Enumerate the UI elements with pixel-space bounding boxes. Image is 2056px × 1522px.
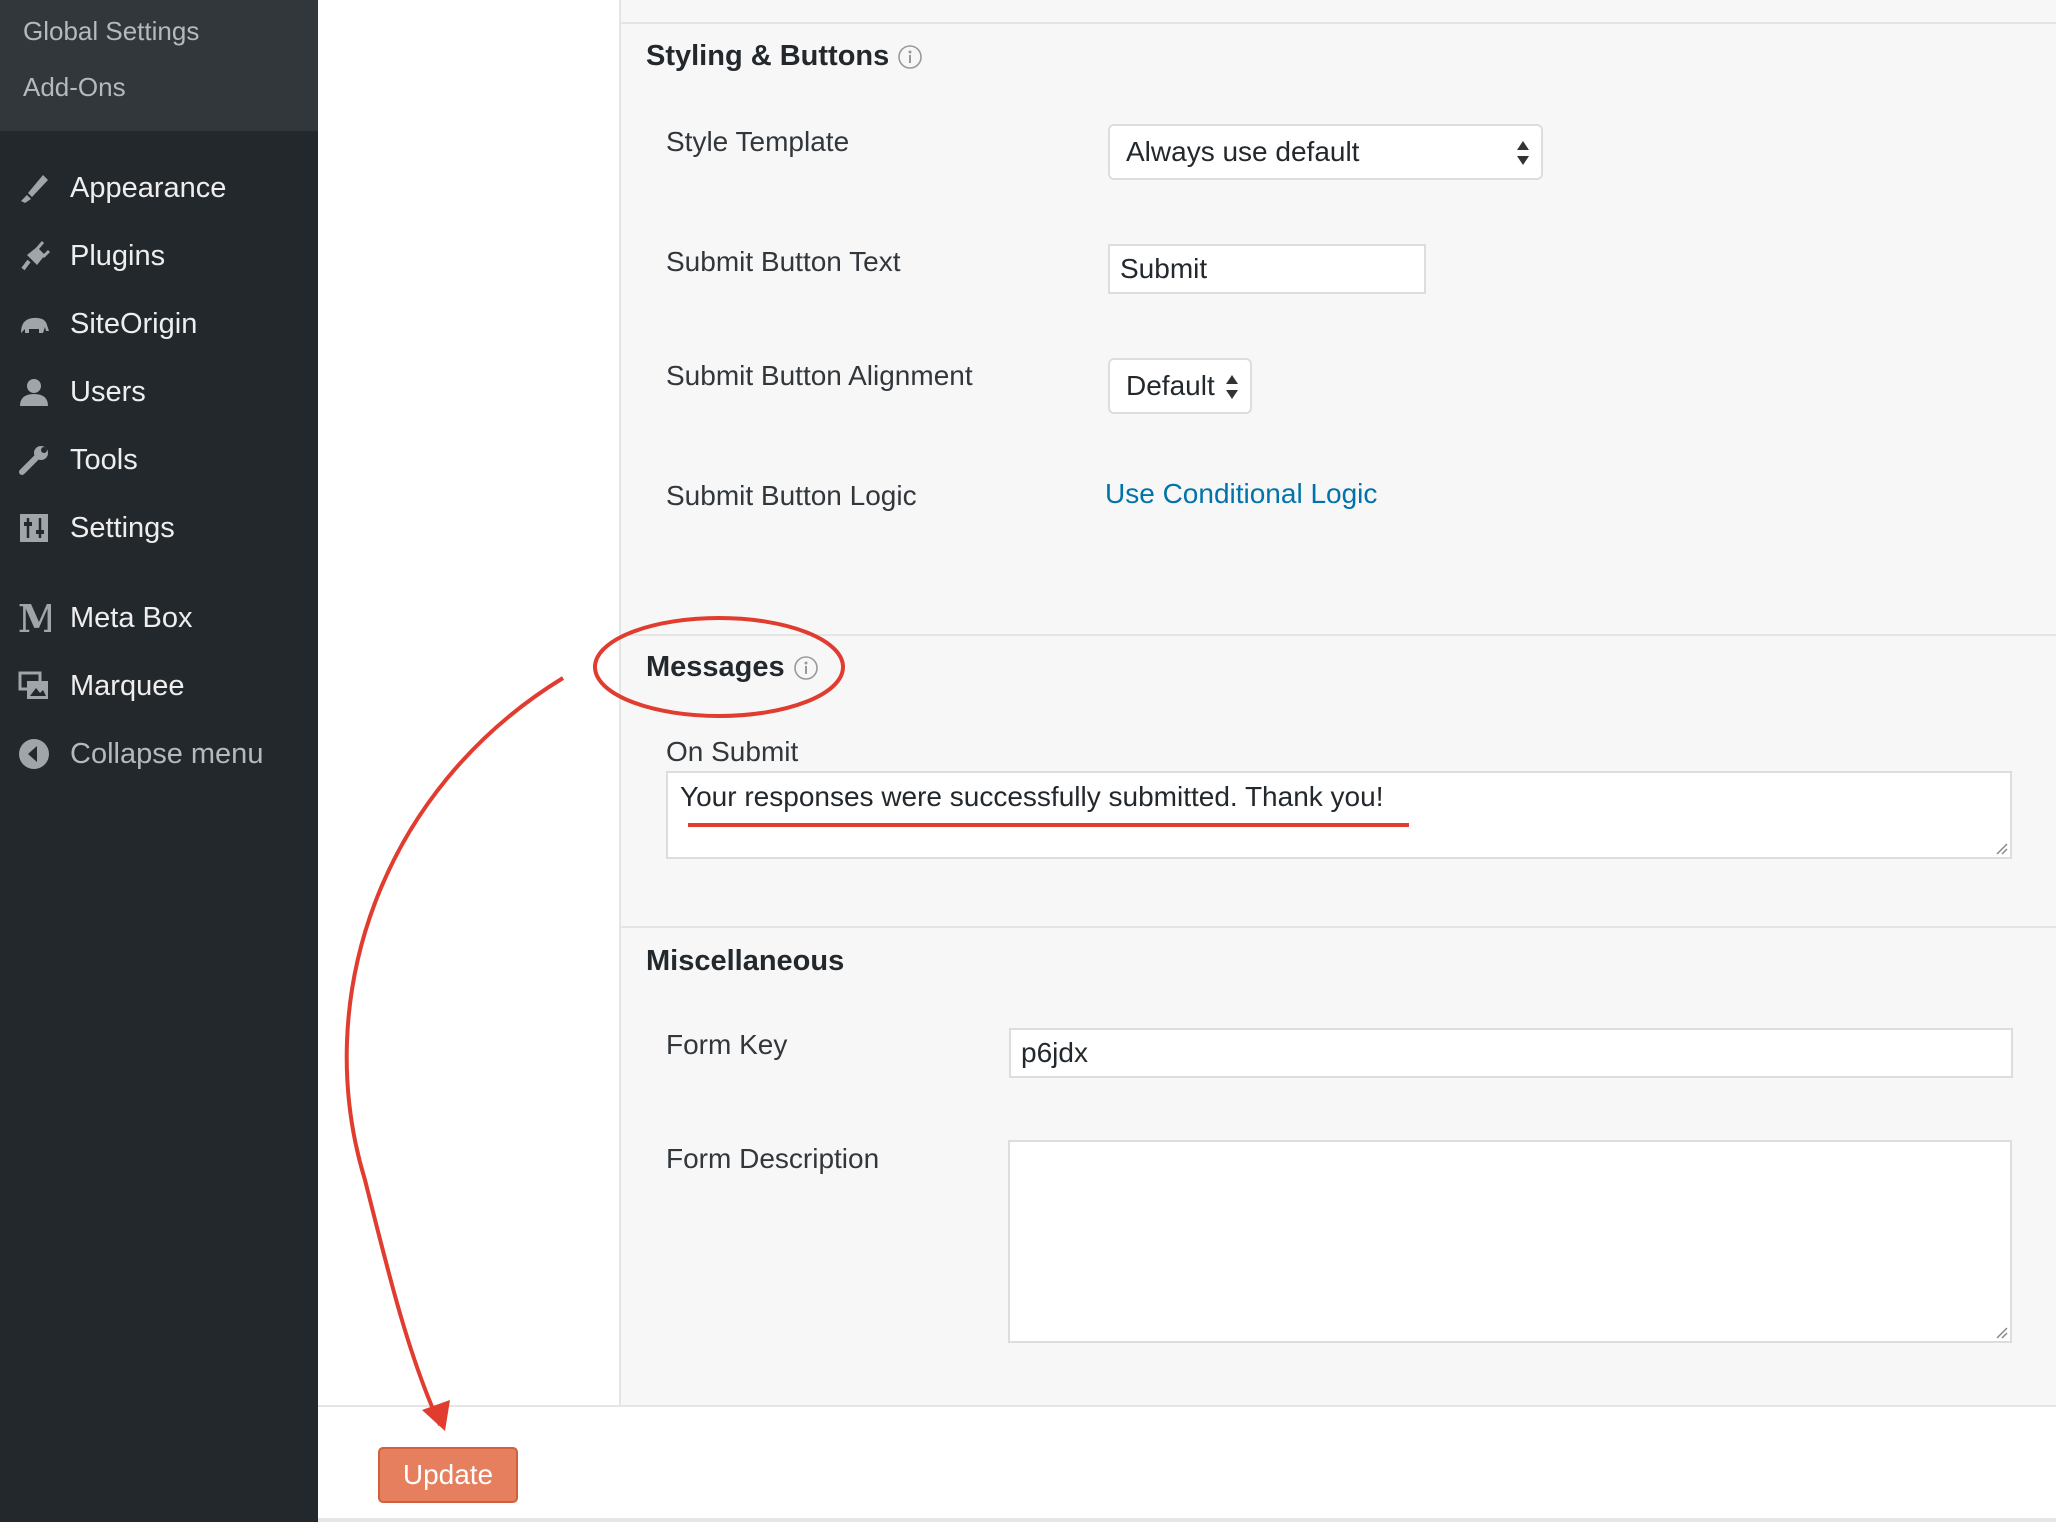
form-settings-panel: Styling & Buttons Style Template Always … [619,0,2056,1405]
annotation-arrow [344,676,565,1426]
info-icon[interactable] [897,44,923,70]
section-title-text: Messages [646,651,785,683]
sidebar-item-plugins[interactable]: Plugins [0,226,318,286]
wrench-icon [14,440,54,480]
sidebar-item-label: Tools [70,443,138,476]
resize-grip-icon[interactable] [1992,1323,2008,1339]
submenu-item-add-ons[interactable]: Add-Ons [23,72,126,103]
sidebar-item-tools[interactable]: Tools [0,430,318,490]
section-divider [621,926,2056,928]
collapse-menu-button[interactable]: Collapse menu [0,724,318,784]
sidebar-item-siteorigin[interactable]: SiteOrigin [0,294,318,354]
admin-sidebar: Global Settings Add-Ons Appearance Plugi… [0,0,318,1522]
gallery-icon [14,666,54,706]
section-divider [621,22,2056,24]
sidebar-item-settings[interactable]: Settings [0,498,318,558]
user-icon [14,372,54,412]
textarea-value: Your responses were successfully submitt… [680,781,1384,812]
sidebar-item-meta-box[interactable]: M Meta Box [0,588,318,648]
sidebar-item-marquee[interactable]: Marquee [0,656,318,716]
select-value: Default [1126,370,1215,401]
collapse-arrow-icon [14,734,54,774]
sidebar-item-label: Collapse menu [70,737,264,770]
resize-grip-icon[interactable] [1992,839,2008,855]
sidebar-item-users[interactable]: Users [0,362,318,422]
section-title-text: Styling & Buttons [646,40,890,72]
submit-button-text-input[interactable]: Submit [1108,244,1426,294]
footer-bottom-border [318,1518,2056,1522]
submit-button-alignment-label: Submit Button Alignment [666,360,973,391]
sidebar-item-label: Appearance [70,171,227,204]
sidebar-item-label: Meta Box [70,601,193,634]
form-key-input[interactable]: p6jdx [1009,1028,2013,1078]
style-template-select[interactable]: Always use default [1108,124,1543,180]
on-submit-textarea[interactable]: Your responses were successfully submitt… [666,771,2012,859]
sidebar-item-label: Marquee [70,669,185,702]
on-submit-label: On Submit [666,736,799,767]
sidebar-item-appearance[interactable]: Appearance [0,158,318,218]
paintbrush-icon [14,168,54,208]
submenu-item-global-settings[interactable]: Global Settings [23,16,199,47]
select-value: Always use default [1126,136,1360,167]
sliders-icon [14,508,54,548]
m-letter-icon: M [14,598,54,638]
submit-button-text-label: Submit Button Text [666,246,901,277]
select-arrows-icon [1517,141,1529,165]
styling-section-title: Styling & Buttons [646,40,923,73]
info-icon[interactable] [793,655,819,681]
svg-text:M: M [18,601,51,635]
update-button[interactable]: Update [378,1447,518,1503]
messages-section-title: Messages [646,651,819,684]
form-description-label: Form Description [666,1143,880,1174]
section-title-text: Miscellaneous [646,945,845,977]
form-description-textarea[interactable] [1008,1140,2012,1343]
sidebar-item-label: Settings [70,511,175,544]
section-divider [621,634,2056,636]
misc-section-title: Miscellaneous [646,945,844,978]
sidebar-item-label: Plugins [70,239,166,272]
submenu: Global Settings Add-Ons [0,0,318,131]
use-conditional-logic-link[interactable]: Use Conditional Logic [1105,478,1377,510]
submit-button-logic-label: Submit Button Logic [666,480,917,511]
sidebar-item-label: Users [70,375,146,408]
submit-button-alignment-select[interactable]: Default [1108,358,1252,414]
footer-divider [318,1405,2056,1407]
select-arrows-icon [1226,375,1238,399]
form-key-label: Form Key [666,1029,788,1060]
style-template-label: Style Template [666,126,850,157]
elephant-icon [14,304,54,344]
sidebar-item-label: SiteOrigin [70,307,198,340]
plug-icon [14,236,54,276]
